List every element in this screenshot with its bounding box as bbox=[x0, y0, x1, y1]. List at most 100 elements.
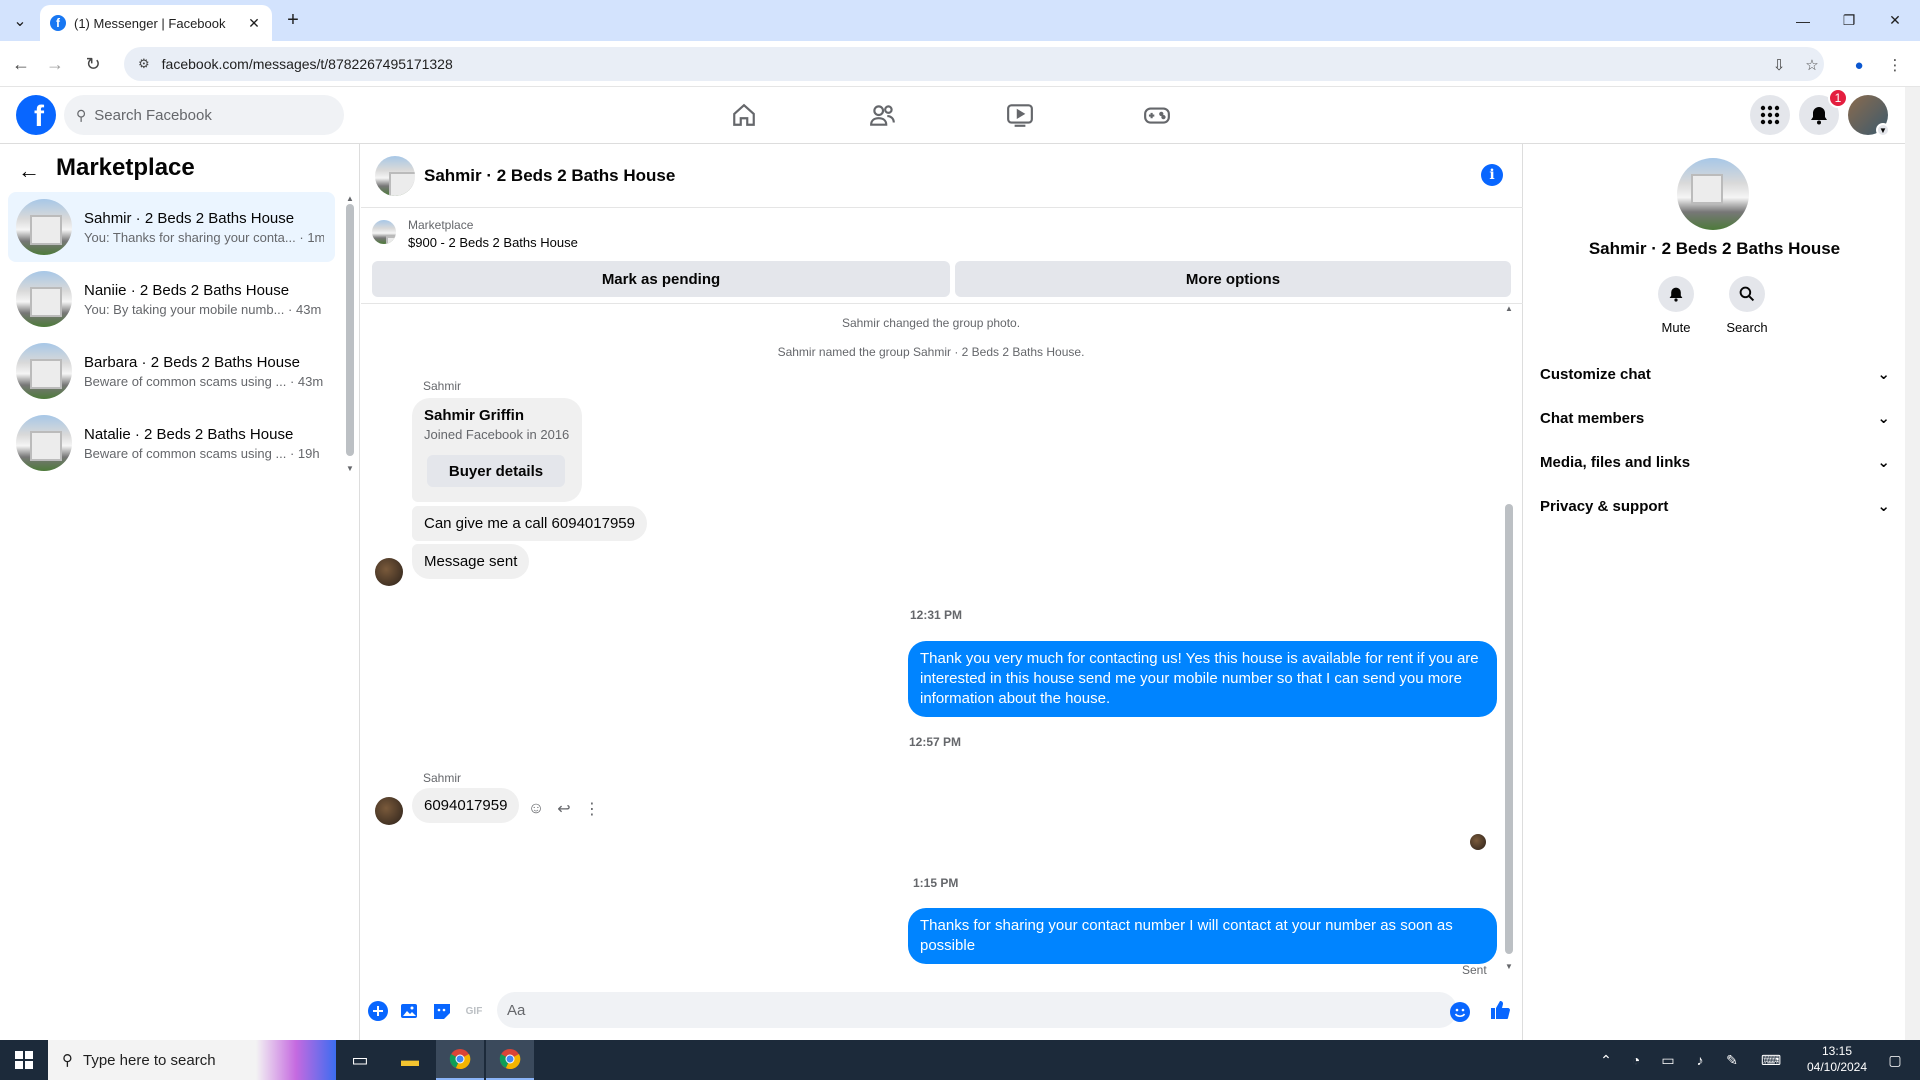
composer-placeholder: Aa bbox=[507, 1001, 526, 1019]
chrome-app-icon[interactable] bbox=[486, 1040, 534, 1080]
menu-grid-icon[interactable] bbox=[1750, 95, 1790, 135]
message-bubble[interactable]: 6094017959 bbox=[412, 788, 520, 823]
timestamp: 12:31 PM bbox=[910, 608, 963, 622]
page-scrollbar[interactable] bbox=[1905, 87, 1920, 1040]
home-icon[interactable] bbox=[726, 99, 762, 131]
install-app-icon[interactable]: ⇩ bbox=[1768, 54, 1790, 76]
windows-taskbar: ⚲ Type here to search ▭ ▬ ⌃ ◔ ▭ ♪ ✎ ⌨ 13… bbox=[0, 1040, 1920, 1080]
back-arrow-icon[interactable]: ← bbox=[8, 51, 34, 77]
search-icon: ⚲ bbox=[62, 1052, 73, 1069]
facebook-search-input[interactable]: ⚲ Search Facebook bbox=[64, 95, 344, 135]
gif-icon[interactable]: GIF bbox=[463, 1000, 485, 1022]
notification-center-icon[interactable]: ▢ bbox=[1880, 1040, 1910, 1080]
chat-avatar[interactable] bbox=[375, 156, 415, 196]
scroll-down-icon[interactable]: ▼ bbox=[1503, 962, 1515, 971]
buyer-details-button[interactable]: Buyer details bbox=[427, 455, 565, 487]
bookmark-star-icon[interactable]: ☆ bbox=[1801, 54, 1823, 76]
more-options-button[interactable]: More options bbox=[955, 261, 1511, 297]
sender-avatar[interactable] bbox=[375, 558, 403, 586]
task-view-icon[interactable]: ▭ bbox=[336, 1040, 384, 1080]
info-icon[interactable]: i bbox=[1481, 164, 1503, 186]
file-explorer-icon[interactable]: ▬ bbox=[386, 1040, 434, 1080]
reload-icon[interactable]: ↻ bbox=[80, 51, 106, 77]
customize-chat-section[interactable]: Customize chat ⌄ bbox=[1540, 356, 1890, 392]
mute-button[interactable]: Mute bbox=[1646, 276, 1706, 335]
minimize-icon[interactable]: — bbox=[1780, 0, 1826, 41]
emoji-icon[interactable] bbox=[1449, 1001, 1471, 1023]
facebook-favicon-icon: f bbox=[50, 15, 66, 31]
react-smiley-icon[interactable]: ☺ bbox=[525, 798, 547, 820]
windows-start-icon[interactable] bbox=[0, 1040, 48, 1080]
close-window-icon[interactable]: ✕ bbox=[1872, 0, 1918, 41]
like-thumbs-up-icon[interactable] bbox=[1489, 999, 1511, 1021]
chat-title[interactable]: Sahmir · 2 Beds 2 Baths House bbox=[424, 166, 675, 186]
conversation-item[interactable]: Sahmir · 2 Beds 2 Baths House You: Thank… bbox=[8, 192, 335, 262]
forward-arrow-icon[interactable]: → bbox=[42, 51, 68, 77]
scroll-thumb[interactable] bbox=[1505, 504, 1513, 954]
marketplace-listing-bar: Marketplace $900 - 2 Beds 2 Baths House … bbox=[361, 208, 1523, 304]
marketplace-label: Marketplace bbox=[408, 218, 474, 232]
conversation-item[interactable]: Barbara · 2 Beds 2 Baths House Beware of… bbox=[8, 336, 335, 406]
taskbar-search-input[interactable]: ⚲ Type here to search bbox=[48, 1040, 336, 1080]
sticker-icon[interactable] bbox=[431, 1000, 453, 1022]
scroll-thumb[interactable] bbox=[346, 204, 354, 456]
message-input[interactable]: Aa bbox=[497, 992, 1457, 1028]
pen-icon[interactable]: ✎ bbox=[1720, 1040, 1744, 1080]
my-message-bubble[interactable]: Thank you very much for contacting us! Y… bbox=[908, 641, 1497, 717]
friends-icon[interactable] bbox=[865, 99, 901, 131]
search-highlight-image bbox=[256, 1040, 336, 1080]
photo-icon[interactable] bbox=[399, 1000, 421, 1022]
scroll-down-icon[interactable]: ▼ bbox=[345, 464, 355, 473]
conversation-item[interactable]: Naniie · 2 Beds 2 Baths House You: By ta… bbox=[8, 264, 335, 334]
chat-scrollbar[interactable]: ▲ ▼ bbox=[1503, 304, 1515, 974]
more-actions-icon[interactable]: ⋮ bbox=[581, 798, 603, 820]
battery-icon[interactable]: ▭ bbox=[1656, 1040, 1680, 1080]
back-arrow-icon[interactable]: ← bbox=[18, 158, 40, 184]
account-avatar[interactable]: ▼ bbox=[1848, 95, 1890, 137]
address-bar[interactable]: ⚙ facebook.com/messages/t/87822674951713… bbox=[124, 47, 1824, 81]
my-message-bubble[interactable]: Thanks for sharing your contact number I… bbox=[908, 908, 1497, 964]
volume-icon[interactable]: ♪ bbox=[1688, 1040, 1712, 1080]
chat-header: Sahmir · 2 Beds 2 Baths House i bbox=[361, 144, 1523, 208]
media-files-links-section[interactable]: Media, files and links ⌄ bbox=[1540, 444, 1890, 480]
conversation-name: Naniie · 2 Beds 2 Baths House bbox=[84, 281, 290, 299]
gaming-icon[interactable] bbox=[1139, 99, 1175, 131]
message-bubble[interactable]: Can give me a call 6094017959 bbox=[412, 506, 647, 541]
chrome-app-icon[interactable] bbox=[436, 1040, 484, 1080]
conversation-item[interactable]: Natalie · 2 Beds 2 Baths House Beware of… bbox=[8, 408, 335, 478]
restore-icon[interactable]: ❐ bbox=[1826, 0, 1872, 41]
listing-thumbnail bbox=[16, 343, 72, 399]
reply-icon[interactable]: ↩ bbox=[553, 798, 575, 820]
mark-as-pending-button[interactable]: Mark as pending bbox=[372, 261, 950, 297]
scroll-up-icon[interactable]: ▲ bbox=[345, 194, 355, 203]
site-info-icon[interactable]: ⚙ bbox=[138, 56, 150, 72]
taskbar-clock[interactable]: 13:15 04/10/2024 bbox=[1792, 1043, 1882, 1075]
buyer-joined: Joined Facebook in 2016 bbox=[424, 427, 570, 442]
conversation-preview: You: By taking your mobile numb... · 43m bbox=[84, 301, 322, 317]
browser-toolbar: ← → ↻ ⚙ facebook.com/messages/t/87822674… bbox=[0, 41, 1920, 87]
sender-avatar[interactable] bbox=[375, 797, 403, 825]
browser-tab[interactable]: f (1) Messenger | Facebook ✕ bbox=[40, 5, 272, 41]
chat-members-section[interactable]: Chat members ⌄ bbox=[1540, 400, 1890, 436]
privacy-support-section[interactable]: Privacy & support ⌄ bbox=[1540, 488, 1890, 524]
search-button[interactable]: Search bbox=[1717, 276, 1777, 335]
search-icon: ⚲ bbox=[76, 106, 87, 123]
browser-menu-icon[interactable]: ⋮ bbox=[1884, 54, 1906, 76]
listing-title[interactable]: $900 - 2 Beds 2 Baths House bbox=[408, 235, 578, 250]
facebook-logo-icon[interactable]: f bbox=[16, 95, 56, 135]
chat-list-scrollbar[interactable]: ▲ ▼ bbox=[345, 194, 355, 476]
tray-chevron-up-icon[interactable]: ⌃ bbox=[1594, 1040, 1618, 1080]
listing-thumbnail[interactable] bbox=[372, 220, 396, 244]
group-avatar[interactable] bbox=[1677, 158, 1749, 230]
network-icon[interactable]: ◔ bbox=[1624, 1040, 1648, 1080]
profile-icon[interactable]: ● bbox=[1848, 54, 1870, 76]
tab-search-chevron-icon[interactable]: ⌄ bbox=[8, 10, 32, 32]
add-plus-icon[interactable] bbox=[367, 1000, 389, 1022]
close-tab-icon[interactable]: ✕ bbox=[246, 15, 262, 31]
new-tab-plus-icon[interactable]: + bbox=[282, 10, 304, 32]
message-bubble[interactable]: Message sent bbox=[412, 544, 530, 579]
keyboard-icon[interactable]: ⌨ bbox=[1756, 1040, 1786, 1080]
conversation-preview: Beware of common scams using ... · 19h bbox=[84, 445, 320, 461]
video-icon[interactable] bbox=[1002, 99, 1038, 131]
scroll-up-icon[interactable]: ▲ bbox=[1503, 304, 1515, 313]
